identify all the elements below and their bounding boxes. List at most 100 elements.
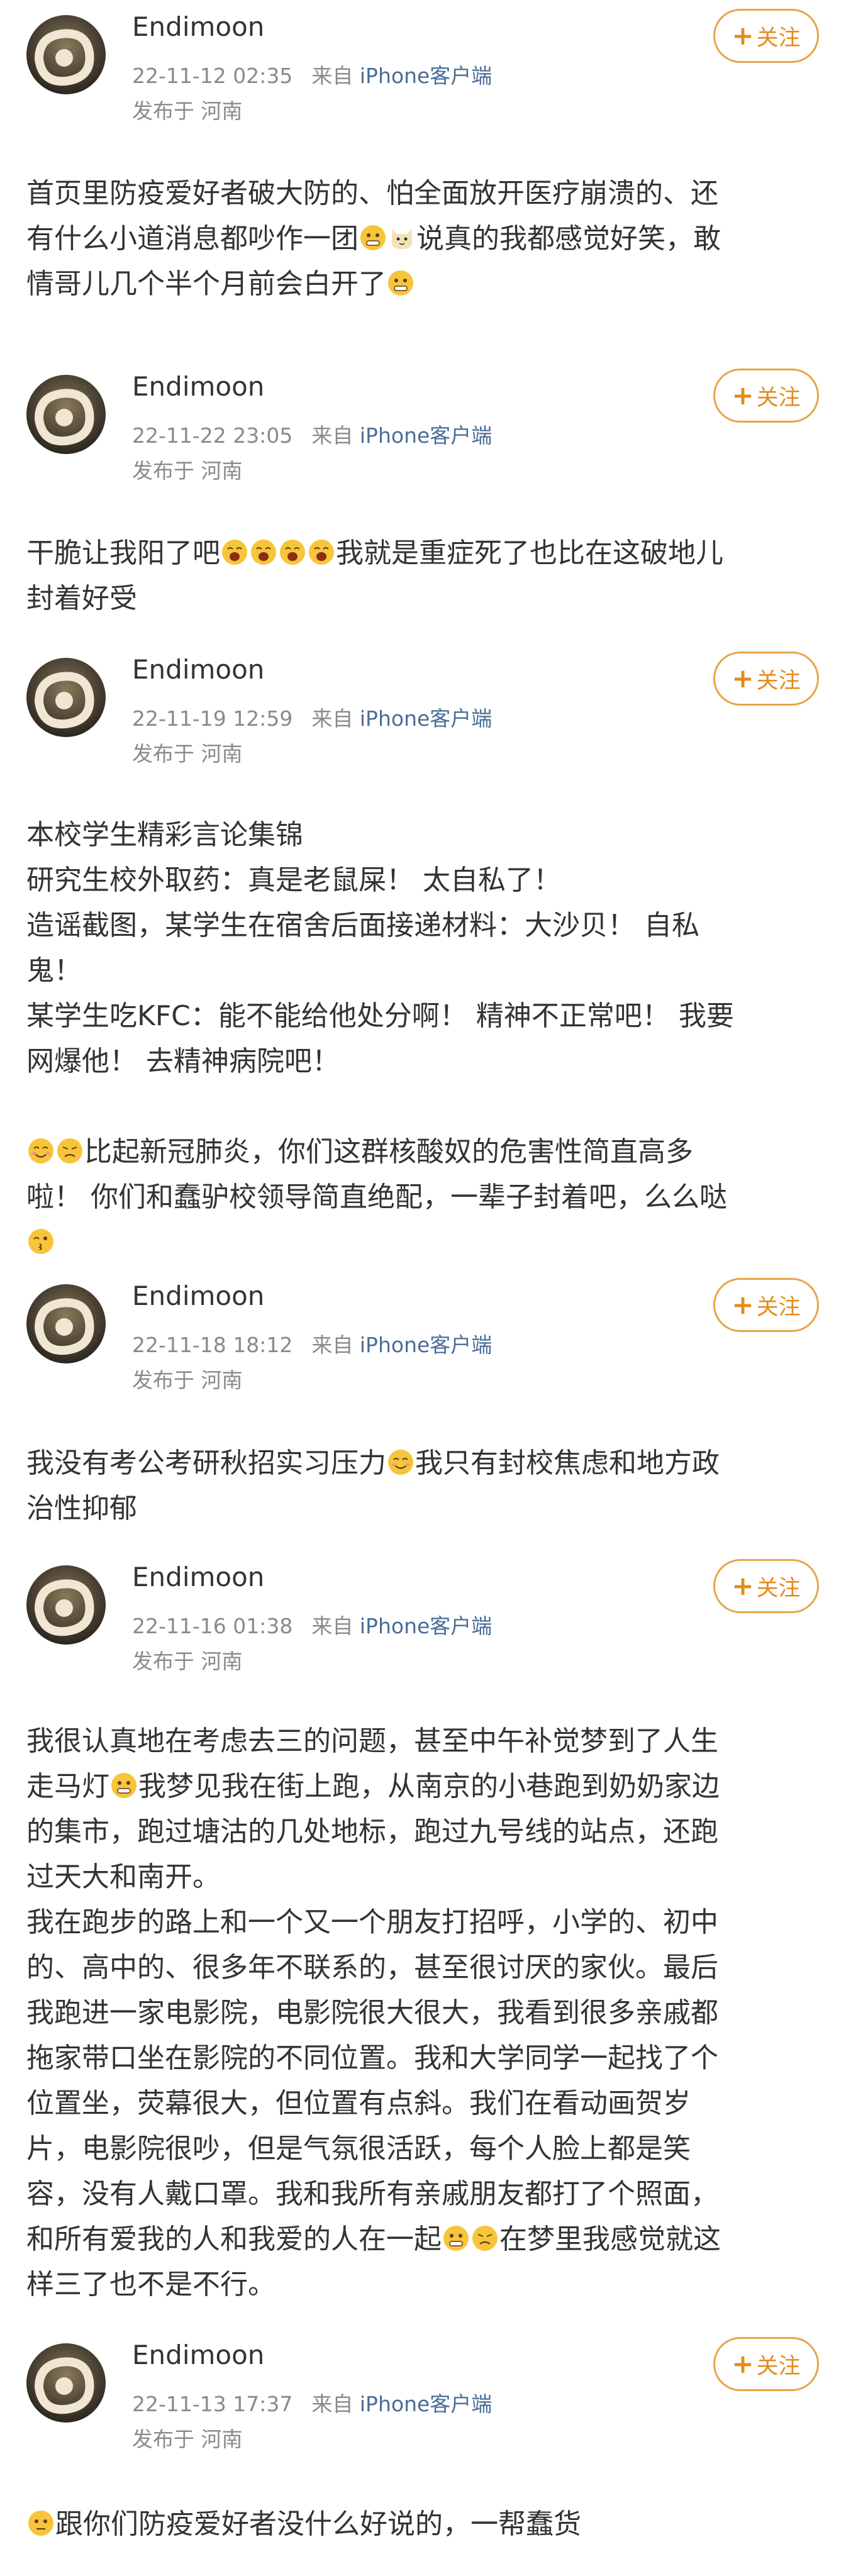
avatar[interactable] [26,15,106,94]
text-line: 我很认真地在考虑去三的问题，甚至中午补觉梦到了人生 [26,1725,718,1757]
awkward-grin-emoji [442,2224,470,2252]
text-segment: 说真的我都感觉好笑，敢 [416,223,721,255]
post-text: 本校学生精彩言论集锦 研究生校外取药：真是老鼠屎！ 太自私了！ 造谣截图，某学生… [26,813,820,1265]
text-line: 治性抑郁 [26,1492,137,1524]
text-line: 我跑进一家电影院，电影院很大很大，我看到很多亲戚都 [26,1997,718,2029]
avatar[interactable] [26,658,106,737]
follow-button[interactable]: + 关注 [713,2337,819,2391]
plus-icon: + [732,2348,754,2379]
avatar[interactable] [26,375,106,454]
follow-label: 关注 [756,25,801,51]
yawn-emoji [308,538,335,566]
text-segment: 走马灯 [26,1770,109,1802]
post-time: 22-11-16 01:38 [132,1614,293,1638]
text-line: 的集市，跑过塘沽的几处地标，跑过九号线的站点，还跑 [26,1816,718,1848]
source-prefix: 来自 [311,2392,353,2416]
post-meta: 22-11-18 18:12 来自 iPhone客户端 [132,1328,492,1358]
avatar[interactable] [26,1565,106,1645]
weibo-feed: Endimoon 22-11-12 02:35 来自 iPhone客户端 发布于 … [0,0,846,2576]
text-line: 片，电影院很吵，但是气氛很活跃，每个人脸上都是笑 [26,2133,691,2165]
username[interactable]: Endimoon [132,654,264,685]
follow-label: 关注 [756,2353,801,2379]
text-segment: 有什么小道消息都吵作一团 [26,223,359,255]
text-line: 样三了也不是不行。 [26,2268,276,2301]
follow-label: 关注 [756,1294,801,1320]
text-segment: 在梦里我感觉就这 [499,2223,721,2255]
awkward-grin-emoji [359,224,387,252]
text-line: 过天大和南开。 [26,1861,220,1893]
awkward-grin-emoji [110,1772,138,1799]
post-time: 22-11-22 23:05 [132,423,293,448]
source-prefix: 来自 [311,1614,353,1638]
text-segment: 我没有考公考研秋招实习压力 [26,1447,386,1479]
username[interactable]: Endimoon [132,371,264,402]
follow-button[interactable]: + 关注 [713,652,819,706]
text-line: 封着好受 [26,582,137,614]
follow-label: 关注 [756,1575,801,1601]
client-link[interactable]: iPhone客户端 [360,64,492,88]
plus-icon: + [732,663,754,694]
source-prefix: 来自 [311,706,353,731]
post-meta: 22-11-12 02:35 来自 iPhone客户端 [132,59,492,89]
follow-label: 关注 [756,385,801,411]
text-segment: 比起新冠肺炎，你们这群核酸奴的危害性简直高多 [84,1136,693,1168]
source-prefix: 来自 [311,423,353,448]
text-segment: 跟你们防疫爱好者没什么好说的，一帮蠢货 [55,2508,581,2540]
avatar[interactable] [26,2343,106,2423]
text-line: 研究生校外取药：真是老鼠屎！ 太自私了！ [26,864,561,896]
username[interactable]: Endimoon [132,2340,264,2370]
smile-emoji [387,1448,415,1476]
text-line: 造谣截图，某学生在宿舍后面接递材料：大沙贝！ 自私 [26,909,699,941]
source-prefix: 来自 [311,64,353,88]
text-segment: 干脆让我阳了吧 [26,537,220,569]
client-link[interactable]: iPhone客户端 [360,2392,492,2416]
text-line: 的、高中的、很多年不联系的，甚至很讨厌的家伙。最后 [26,1951,718,1984]
username[interactable]: Endimoon [132,1280,264,1311]
text-segment: 我梦见我在街上跑，从南京的小巷跑到奶奶家边 [138,1770,720,1802]
post-text: 干脆让我阳了吧 我就是重症死了也比在这破地儿 封着好受 [26,531,820,621]
post-location: 发布于 河南 [132,2427,243,2451]
client-link[interactable]: iPhone客户端 [360,706,492,731]
post-time: 22-11-19 12:59 [132,706,293,731]
follow-label: 关注 [756,668,801,694]
client-link[interactable]: iPhone客户端 [360,1614,492,1638]
text-segment: 和所有爱我的人和我爱的人在一起 [26,2223,442,2255]
post-meta: 22-11-22 23:05 来自 iPhone客户端 [132,419,492,449]
follow-button[interactable]: + 关注 [713,369,819,423]
post-meta: 22-11-13 17:37 来自 iPhone客户端 [132,2387,492,2418]
avatar[interactable] [26,1284,106,1363]
client-link[interactable]: iPhone客户端 [360,423,492,448]
disappointed-emoji [471,2224,499,2252]
post-text: 我没有考公考研秋招实习压力 我只有封校焦虑和地方政 治性抑郁 [26,1441,820,1531]
post-location: 发布于 河南 [132,741,243,766]
plus-icon: + [732,1289,754,1320]
post-location: 发布于 河南 [132,1649,243,1674]
post-location: 发布于 河南 [132,99,243,123]
client-link[interactable]: iPhone客户端 [360,1333,492,1357]
awkward-grin-emoji [387,269,415,297]
follow-button[interactable]: + 关注 [713,9,819,63]
username[interactable]: Endimoon [132,11,264,42]
post-location: 发布于 河南 [132,1368,243,1392]
follow-button[interactable]: + 关注 [713,1278,819,1332]
post-text: 首页里防疫爱好者破大防的、怕全面放开医疗崩溃的、还 有什么小道消息都吵作一团 说真… [26,171,820,307]
blank-stare-emoji [27,2509,55,2537]
post-time: 22-11-13 17:37 [132,2392,293,2416]
yawn-emoji [279,538,306,566]
text-line: 拖家带口坐在影院的不同位置。我和大学同学一起找了个 [26,2042,718,2074]
plus-icon: + [732,380,754,411]
username[interactable]: Endimoon [132,1562,264,1592]
text-line: 首页里防疫爱好者破大防的、怕全面放开医疗崩溃的、还 [26,177,718,209]
post-text: 跟你们防疫爱好者没什么好说的，一帮蠢货 [26,2502,820,2547]
text-line: 位置坐，荧幕很大，但位置有点斜。我们在看动画贺岁 [26,2087,691,2119]
text-segment: 我就是重症死了也比在这破地儿 [336,537,723,569]
post-text: 我很认真地在考虑去三的问题，甚至中午补觉梦到了人生 走马灯 我梦见我在街上跑，从南… [26,1719,820,2307]
post-time: 22-11-12 02:35 [132,64,293,88]
follow-button[interactable]: + 关注 [713,1559,819,1613]
text-line: 鬼！ [26,955,82,987]
text-segment: 情哥儿几个半个月前会白开了 [26,268,386,300]
yawn-emoji [221,538,248,566]
kiss-emoji [27,1228,55,1255]
plus-icon: + [732,1570,754,1601]
post-meta: 22-11-16 01:38 来自 iPhone客户端 [132,1609,492,1640]
